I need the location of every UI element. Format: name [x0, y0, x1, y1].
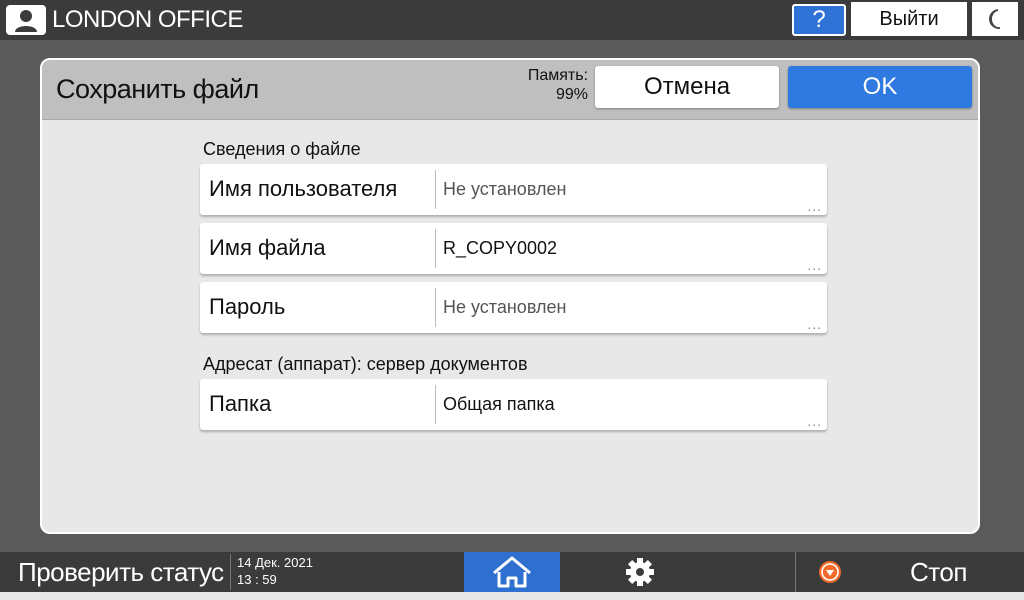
energy-saver-button[interactable]	[972, 2, 1018, 36]
stop-label: Стоп	[910, 557, 967, 587]
field-value: Общая папка	[443, 394, 555, 414]
field-label: Пароль	[209, 294, 286, 319]
memory-label: Память:	[527, 67, 588, 84]
divider	[435, 170, 436, 209]
more-icon: ...	[807, 316, 822, 332]
user-icon[interactable]	[6, 5, 46, 35]
field-password[interactable]: Пароль Не установлен ...	[200, 282, 827, 333]
dialog-title: Сохранить файл	[56, 74, 259, 104]
cancel-button[interactable]: Отмена	[595, 66, 779, 108]
file-info-section-label: Сведения о файле	[203, 139, 361, 159]
memory-value: 99%	[555, 86, 588, 103]
destination-section-label: Адресат (аппарат): сервер документов	[203, 354, 528, 374]
office-name: LONDON OFFICE	[52, 6, 243, 33]
field-folder[interactable]: Папка Общая папка ...	[200, 379, 827, 430]
more-icon: ...	[807, 257, 822, 273]
save-file-dialog: Сохранить файл Память: 99% Отмена OK Све…	[40, 58, 980, 534]
field-label: Имя пользователя	[209, 176, 398, 201]
help-button[interactable]: ?	[792, 4, 846, 36]
stop-icon	[819, 561, 841, 583]
top-bar: LONDON OFFICE ? Выйти	[0, 0, 1024, 40]
field-user-name[interactable]: Имя пользователя Не установлен ...	[200, 164, 827, 215]
check-status-button[interactable]: Проверить статус	[0, 552, 228, 592]
time: 13 : 59	[237, 572, 277, 587]
home-icon	[493, 556, 531, 588]
dialog-header: Сохранить файл Память: 99% Отмена OK	[42, 60, 978, 120]
date: 14 Дек. 2021	[237, 555, 313, 570]
gear-icon	[626, 558, 654, 586]
stop-button[interactable]: Стоп	[795, 552, 1024, 592]
home-button[interactable]	[464, 552, 560, 592]
bottom-strip	[0, 592, 1024, 600]
field-file-name[interactable]: Имя файла R_COPY0002 ...	[200, 223, 827, 274]
moon-icon	[989, 9, 1001, 29]
divider	[435, 385, 436, 424]
field-value: R_COPY0002	[443, 238, 558, 258]
memory-indicator: Память: 99%	[512, 66, 588, 104]
bottom-bar: Проверить статус 14 Дек. 2021 13 : 59 Ст…	[0, 552, 1024, 592]
settings-button[interactable]	[592, 552, 688, 592]
divider	[435, 229, 436, 268]
field-label: Папка	[209, 391, 272, 416]
field-value: Не установлен	[443, 179, 567, 199]
logout-button[interactable]: Выйти	[851, 2, 967, 36]
more-icon: ...	[807, 413, 822, 429]
field-value: Не установлен	[443, 297, 567, 317]
field-label: Имя файла	[209, 235, 326, 260]
more-icon: ...	[807, 198, 822, 214]
divider	[435, 288, 436, 327]
date-time: 14 Дек. 2021 13 : 59	[230, 554, 357, 590]
ok-button[interactable]: OK	[788, 66, 972, 108]
